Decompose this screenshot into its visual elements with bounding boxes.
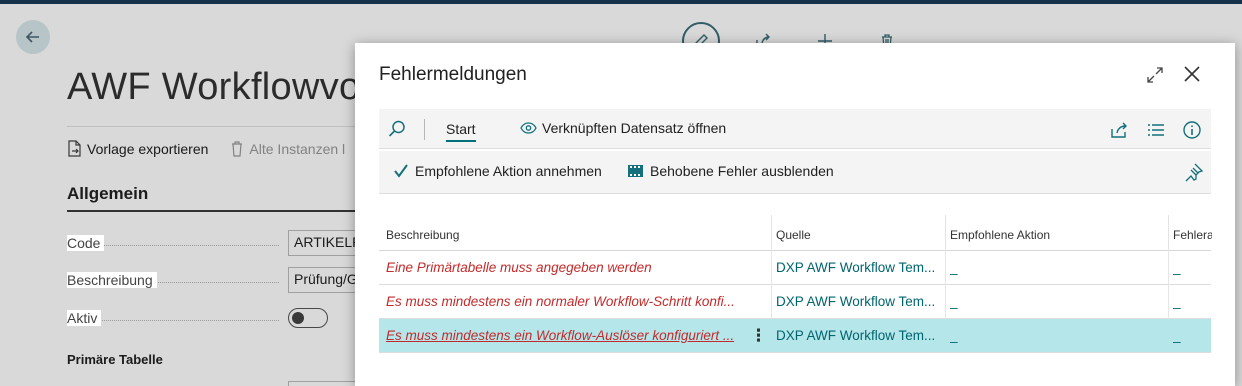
- info-button[interactable]: [1182, 120, 1202, 140]
- dialog-action-bar-secondary: Empfohlene Aktion annehmen Behobene Fehl…: [379, 151, 1211, 194]
- row-source[interactable]: DXP AWF Workflow Tem...: [776, 260, 941, 275]
- row-source[interactable]: DXP AWF Workflow Tem...: [776, 328, 941, 343]
- table-header: Beschreibung Quelle Empfohlene Aktion Fe…: [379, 215, 1212, 251]
- dialog-title: Fehlermeldungen: [379, 64, 527, 85]
- table-row[interactable]: Eine Primärtabelle muss angegeben werden…: [379, 251, 1211, 285]
- share-icon: [1111, 122, 1127, 138]
- hide-fixed-errors-button[interactable]: Behobene Fehler ausblenden: [627, 163, 834, 179]
- pin-actions-button[interactable]: [1184, 162, 1204, 182]
- accept-recommended-action-button[interactable]: Empfohlene Aktion annehmen: [393, 163, 602, 179]
- pin-icon: [1185, 163, 1204, 182]
- row-actions-menu[interactable]: ⋮: [750, 326, 767, 346]
- row-description[interactable]: Es muss mindestens ein Workflow-Auslöser…: [386, 328, 738, 343]
- close-icon: [1184, 66, 1200, 82]
- list-icon: [1148, 124, 1164, 136]
- open-linked-record-button[interactable]: Verknüpften Datensatz öffnen: [520, 120, 726, 136]
- description-label: Beschreibung: [67, 272, 157, 288]
- action-bar-divider: [424, 119, 425, 140]
- column-header-description[interactable]: Beschreibung: [386, 228, 459, 242]
- row-recommended-action[interactable]: _: [950, 260, 958, 275]
- row-description[interactable]: Es muss mindestens ein normaler Workflow…: [386, 294, 738, 309]
- code-label: Code: [67, 235, 105, 251]
- checkmark-icon: [394, 164, 408, 178]
- row-source[interactable]: DXP AWF Workflow Tem...: [776, 294, 941, 309]
- active-label: Aktiv: [67, 310, 102, 326]
- table-row-selected[interactable]: Es muss mindestens ein Workflow-Auslöser…: [379, 319, 1211, 353]
- expand-button[interactable]: [1145, 65, 1165, 85]
- column-header-error[interactable]: Fehlerau: [1168, 215, 1212, 251]
- error-messages-dialog: Fehlermeldungen Start Verknüpften Datens…: [355, 43, 1235, 386]
- row-error[interactable]: _: [1173, 260, 1181, 275]
- hide-fixed-errors-label: Behobene Fehler ausblenden: [650, 163, 834, 179]
- row-error[interactable]: _: [1173, 294, 1181, 309]
- film-strip-icon: [628, 165, 643, 177]
- info-icon: [1183, 121, 1201, 139]
- dialog-action-bar: Start Verknüpften Datensatz öffnen: [379, 109, 1211, 149]
- close-button[interactable]: [1181, 63, 1203, 85]
- search-button[interactable]: [387, 119, 407, 139]
- row-recommended-action[interactable]: _: [950, 294, 958, 309]
- share-button[interactable]: [1109, 120, 1129, 140]
- search-icon: [388, 120, 405, 137]
- accept-recommended-action-label: Empfohlene Aktion annehmen: [415, 163, 602, 179]
- row-description[interactable]: Eine Primärtabelle muss angegeben werden: [386, 260, 738, 275]
- row-recommended-action[interactable]: _: [950, 328, 958, 343]
- row-error[interactable]: _: [1173, 328, 1181, 343]
- column-header-source[interactable]: Quelle: [771, 215, 811, 251]
- open-linked-record-label: Verknüpften Datensatz öffnen: [542, 120, 727, 136]
- tab-start[interactable]: Start: [446, 121, 476, 142]
- column-header-recommended-action[interactable]: Empfohlene Aktion: [945, 215, 1050, 251]
- list-view-button[interactable]: [1146, 120, 1166, 140]
- eye-icon: [520, 122, 537, 134]
- table-row[interactable]: Es muss mindestens ein normaler Workflow…: [379, 285, 1211, 319]
- errors-table: Beschreibung Quelle Empfohlene Aktion Fe…: [379, 215, 1212, 353]
- expand-icon: [1147, 67, 1163, 83]
